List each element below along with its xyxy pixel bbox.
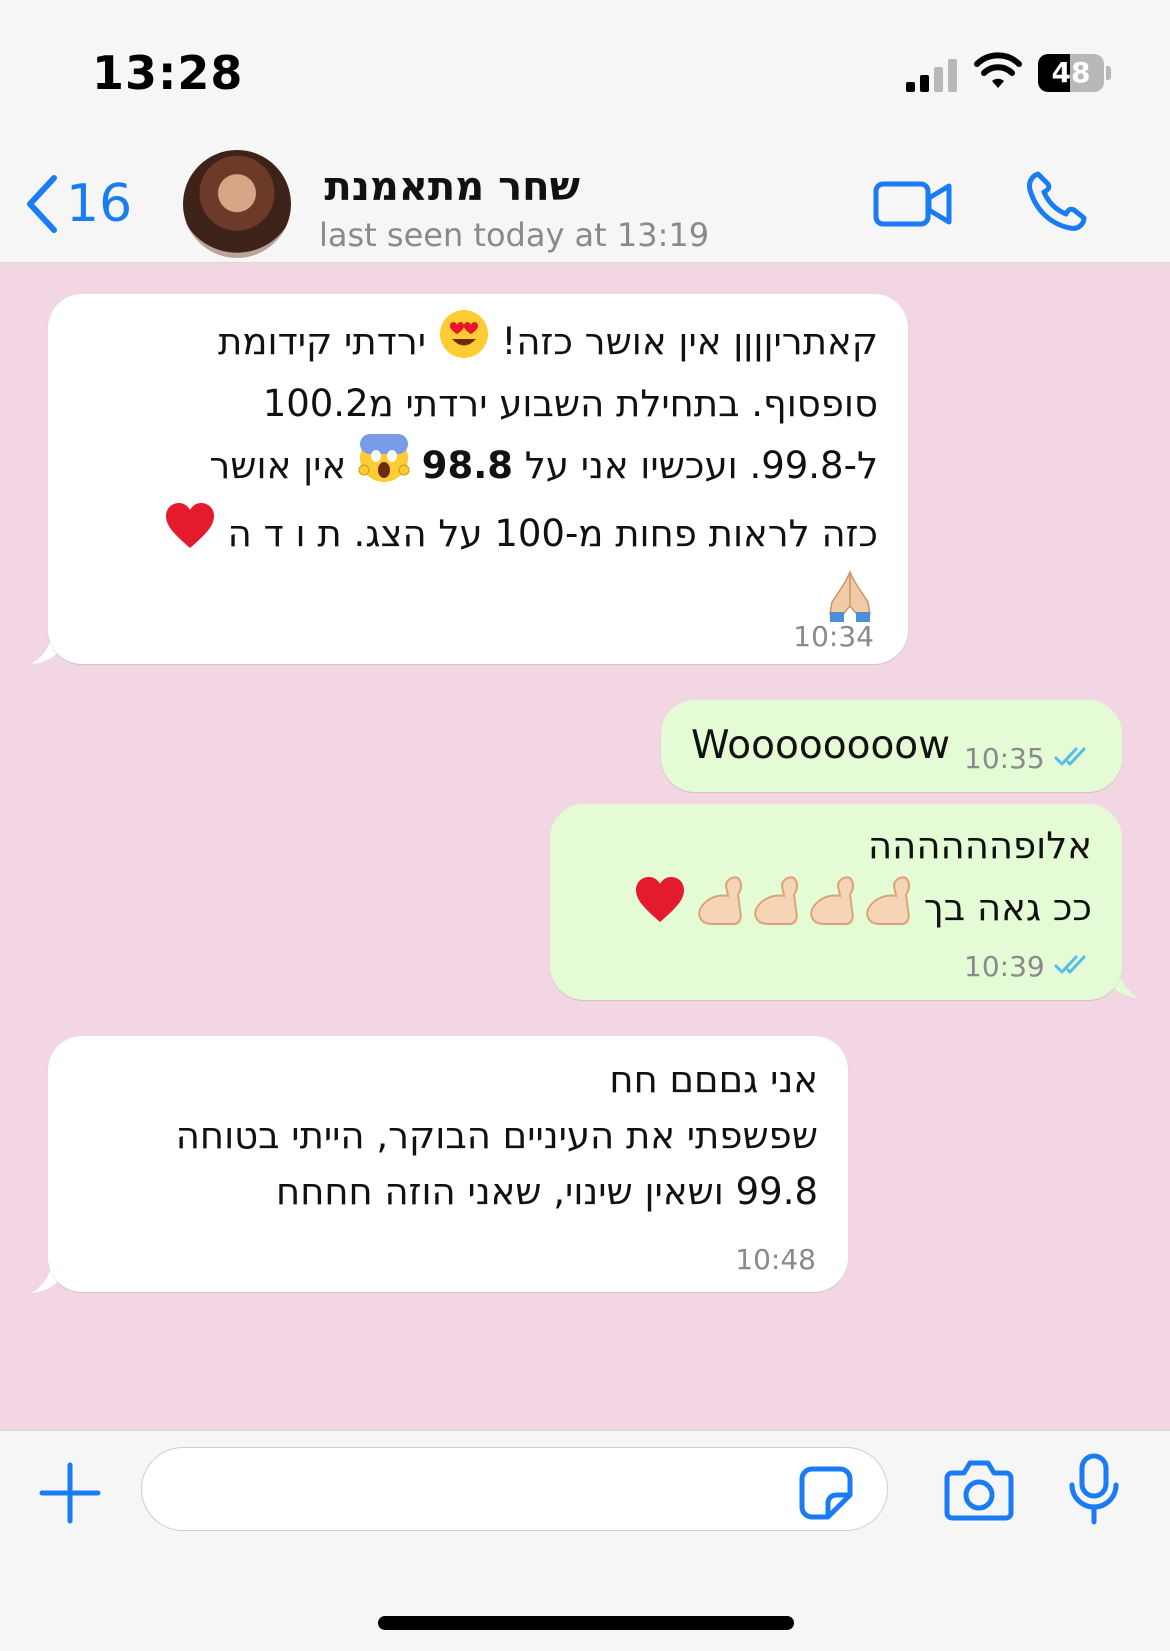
message-line: 99.8 ושאין שינוי, שאני הוזה חחחח xyxy=(276,1170,818,1213)
double-check-icon xyxy=(1054,747,1086,766)
cellular-signal-icon xyxy=(906,59,957,92)
home-indicator[interactable] xyxy=(378,1616,794,1630)
flexed-biceps-emoji-icon xyxy=(688,874,744,942)
flexed-biceps-emoji-icon xyxy=(744,874,800,942)
message-bold-number: 98.8 xyxy=(421,444,514,487)
plus-icon[interactable] xyxy=(38,1461,102,1525)
message-time: 10:35 xyxy=(964,742,1045,775)
message-text: אלופהההההה ככ גאה בך xyxy=(572,818,1092,942)
wifi-icon xyxy=(974,52,1022,88)
unread-count: 16 xyxy=(66,174,133,234)
message-line: ככ גאה בך xyxy=(912,886,1092,929)
message-bubble-outgoing[interactable]: אלופהההההה ככ גאה בך 10:39 xyxy=(550,804,1122,1000)
phone-icon[interactable] xyxy=(1024,170,1088,234)
last-seen-status: last seen today at 13:19 xyxy=(319,216,710,254)
message-bubble-incoming[interactable]: קאתריןןןן אין אושר כזה! ירדתי קידומת סופ… xyxy=(48,294,908,664)
message-line: ירדתי קידומת xyxy=(218,320,438,363)
message-time: 10:39 xyxy=(964,950,1045,983)
message-text: אני גםםם חח שפשפתי את העיניים הבוקר, היי… xyxy=(78,1052,818,1220)
message-line: אלופהההההה xyxy=(868,824,1092,867)
message-line: אין אושר xyxy=(209,444,358,487)
battery-level: 48 xyxy=(1051,56,1091,89)
status-time: 13:28 xyxy=(92,46,244,100)
battery-icon: 48 xyxy=(1038,54,1112,92)
screaming-face-emoji-icon xyxy=(358,432,410,500)
message-bubble-outgoing[interactable]: Woooooooow 10:35 xyxy=(661,700,1122,792)
message-composer xyxy=(0,1430,1170,1651)
message-line: כזה לראות פחות מ-100 על הצג. ת ו ד ה xyxy=(215,512,878,555)
message-bubble-incoming[interactable]: אני גםםם חח שפשפתי את העיניים הבוקר, היי… xyxy=(48,1036,848,1292)
message-time: 10:34 xyxy=(793,620,874,653)
red-heart-emoji-icon xyxy=(164,500,216,568)
red-heart-emoji-icon xyxy=(632,874,688,942)
message-line: קאתריןןןן אין אושר כזה! xyxy=(489,320,878,363)
chevron-left-icon xyxy=(27,175,57,233)
double-check-icon xyxy=(1054,955,1086,974)
flexed-biceps-emoji-icon xyxy=(856,874,912,942)
message-time: 10:48 xyxy=(735,1243,816,1276)
message-input[interactable] xyxy=(141,1447,888,1531)
message-line: ל-99.8. ועכשיו אני על xyxy=(513,444,878,487)
message-text: Woooooooow xyxy=(691,723,951,768)
camera-icon[interactable] xyxy=(944,1459,1014,1521)
heart-eyes-emoji-icon xyxy=(438,308,490,376)
contact-name[interactable]: שחר מתאמנת xyxy=(320,164,580,210)
video-camera-icon[interactable] xyxy=(873,178,953,230)
flexed-biceps-emoji-icon xyxy=(800,874,856,942)
microphone-icon[interactable] xyxy=(1068,1453,1120,1525)
sticker-icon[interactable] xyxy=(798,1465,854,1521)
message-line: סופסוף. בתחילת השבוע ירדתי מ100.2 xyxy=(262,382,878,425)
message-line: שפשפתי את העיניים הבוקר, הייתי בטוחה xyxy=(175,1114,818,1157)
chat-header: 13:28 48 16 שחר מתאמנת last seen today a… xyxy=(0,0,1170,263)
message-text: קאתריןןןן אין אושר כזה! ירדתי קידומת סופ… xyxy=(78,308,878,640)
message-line: אני גםםם חח xyxy=(609,1058,818,1101)
contact-avatar[interactable] xyxy=(183,150,291,258)
back-button[interactable]: 16 xyxy=(24,168,132,240)
